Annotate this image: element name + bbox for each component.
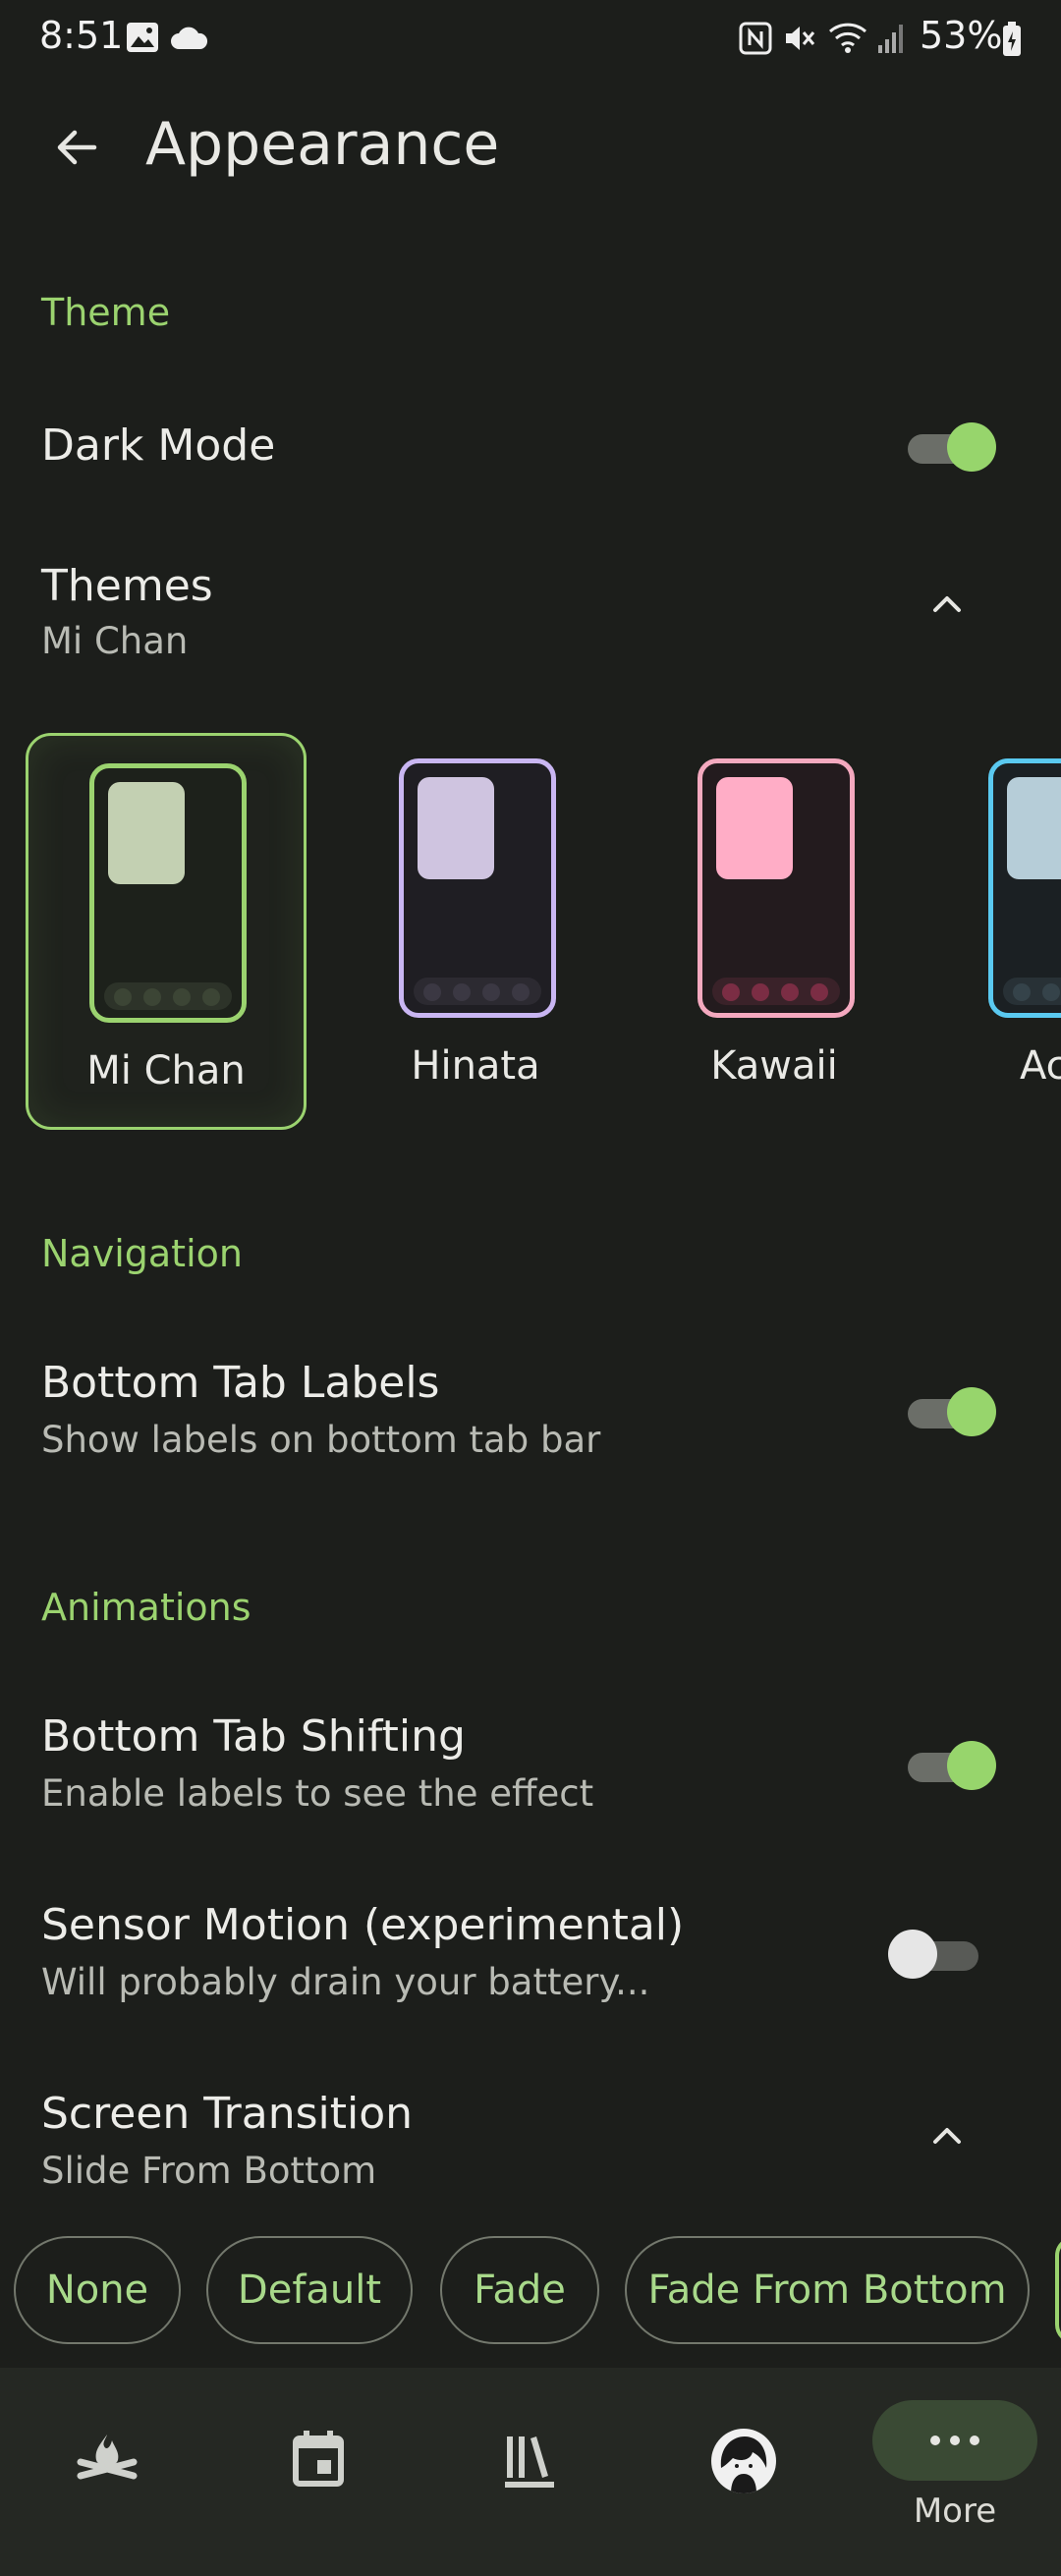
theme-preview — [698, 758, 855, 1018]
screen-transition-row[interactable]: Screen Transition Slide From Bottom — [0, 2077, 1061, 2205]
battery-icon — [1002, 22, 1022, 61]
campfire-icon — [77, 2435, 138, 2480]
section-header-theme: Theme — [41, 291, 171, 334]
screen-transition-label: Screen Transition — [41, 2089, 414, 2139]
bottom-tab-shifting-row[interactable]: Bottom Tab Shifting Enable labels to see… — [0, 1700, 1061, 1827]
dark-mode-toggle[interactable] — [908, 422, 996, 472]
bottom-tab-labels-description: Show labels on bottom tab bar — [41, 1419, 601, 1461]
avatar[interactable] — [711, 2429, 776, 2493]
nav-more[interactable] — [872, 2400, 1037, 2481]
sensor-motion-label: Sensor Motion (experimental) — [41, 1900, 685, 1950]
option-chip-partial[interactable] — [1055, 2236, 1061, 2344]
bottom-tab-labels-toggle[interactable] — [908, 1387, 996, 1436]
bottom-tab-shifting-description: Enable labels to see the effect — [41, 1772, 594, 1815]
section-header-animations: Animations — [41, 1586, 251, 1629]
chevron-up-icon[interactable] — [927, 2116, 967, 2156]
cloud-icon — [169, 26, 208, 55]
bottom-tab-shifting-label: Bottom Tab Shifting — [41, 1711, 466, 1762]
option-default-chip[interactable]: Default — [206, 2236, 413, 2344]
screen-transition-value: Slide From Bottom — [41, 2150, 377, 2192]
theme-card-label: Mi Chan — [86, 1048, 246, 1093]
battery-percent: 53% — [920, 14, 1003, 57]
sensor-motion-description: Will probably drain your battery... — [41, 1961, 650, 2003]
nav-more-label: More — [913, 2492, 997, 2531]
nav-home[interactable] — [43, 2397, 171, 2525]
theme-card-ac[interactable]: Ac — [927, 733, 1061, 1124]
sensor-motion-row[interactable]: Sensor Motion (experimental) Will probab… — [0, 1888, 1061, 2016]
sensor-motion-toggle[interactable] — [888, 1930, 978, 1979]
mute-icon — [782, 22, 817, 59]
arrow-left-icon — [57, 130, 97, 165]
section-header-navigation: Navigation — [41, 1232, 243, 1275]
option-fade-from-bottom-chip[interactable]: Fade From Bottom — [625, 2236, 1030, 2344]
bottom-tab-labels-row[interactable]: Bottom Tab Labels Show labels on bottom … — [0, 1346, 1061, 1474]
page-title: Appearance — [145, 110, 500, 179]
themes-row[interactable]: Themes Mi Chan — [0, 545, 1061, 673]
calendar-icon — [293, 2431, 344, 2487]
chevron-up-icon[interactable] — [927, 585, 967, 624]
themes-label: Themes — [41, 561, 213, 611]
theme-card-label: Hinata — [411, 1043, 540, 1089]
nfc-icon — [739, 22, 772, 59]
bottom-tab-shifting-toggle[interactable] — [908, 1741, 996, 1790]
library-icon — [505, 2436, 554, 2488]
theme-card-hinata[interactable]: Hinata — [338, 733, 613, 1124]
theme-card-kawaii[interactable]: Kawaii — [637, 733, 912, 1124]
nav-library[interactable] — [466, 2397, 593, 2525]
bottom-tab-labels-label: Bottom Tab Labels — [41, 1358, 440, 1408]
option-fade-chip[interactable]: Fade — [440, 2236, 599, 2344]
wifi-icon — [827, 20, 868, 59]
dark-mode-label: Dark Mode — [41, 420, 276, 471]
theme-card-mi-chan[interactable]: Mi Chan — [26, 733, 307, 1130]
theme-preview — [988, 758, 1061, 1018]
more-icon — [930, 2436, 979, 2445]
back-button[interactable] — [49, 120, 104, 175]
signal-icon — [876, 22, 906, 57]
nav-calendar[interactable] — [254, 2397, 382, 2525]
theme-card-label: Kawaii — [710, 1043, 838, 1089]
themes-value: Mi Chan — [41, 620, 189, 662]
status-bar: 8:51 53% — [0, 0, 1061, 79]
theme-card-label: Ac — [1020, 1043, 1061, 1089]
transition-options: None Default Fade Fade From Bottom — [0, 2236, 1061, 2346]
option-none-chip[interactable]: None — [14, 2236, 181, 2344]
gallery-icon — [126, 22, 159, 57]
status-time: 8:51 — [39, 14, 124, 57]
dark-mode-row[interactable]: Dark Mode — [0, 393, 1061, 501]
theme-preview — [89, 763, 247, 1023]
theme-preview — [399, 758, 556, 1018]
